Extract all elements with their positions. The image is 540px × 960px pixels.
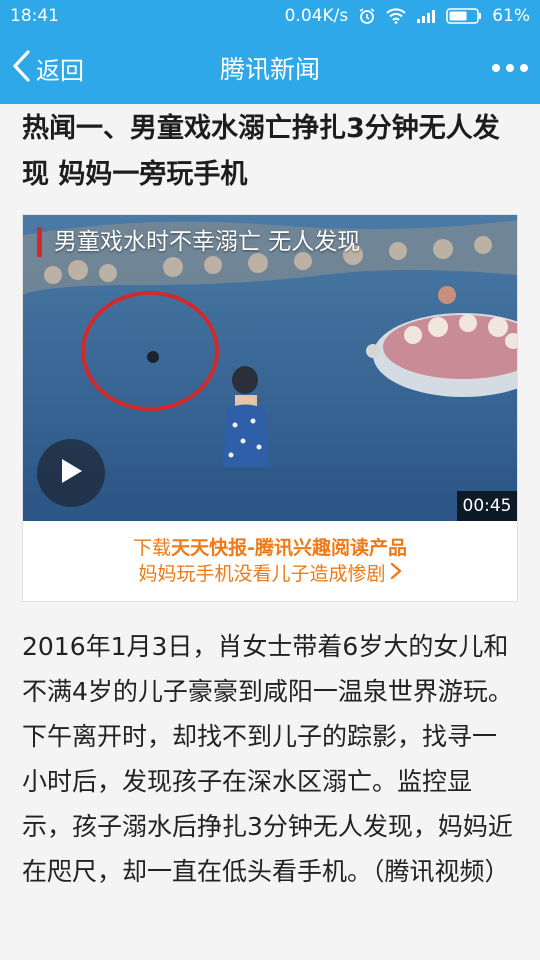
promo-subtitle: 妈妈玩手机没看儿子造成惨剧 bbox=[138, 563, 386, 585]
more-dot bbox=[506, 64, 514, 72]
play-button[interactable] bbox=[37, 439, 105, 507]
more-dots-icon[interactable] bbox=[492, 32, 528, 104]
back-button[interactable]: 返回 bbox=[10, 32, 84, 104]
battery-percent: 61% bbox=[492, 6, 530, 26]
more-dot bbox=[492, 64, 500, 72]
article-headline: 热闻一、男童戏水溺亡挣扎3分钟无人发现 妈妈一旁玩手机 bbox=[22, 113, 500, 190]
status-bar: 18:41 0.04K/s 61% bbox=[0, 0, 540, 32]
promo-prefix: 下载 bbox=[133, 537, 172, 559]
video-caption: 男童戏水时不幸溺亡 无人发现 bbox=[37, 227, 360, 257]
video-player[interactable]: 男童戏水时不幸溺亡 无人发现 00:45 bbox=[23, 215, 517, 521]
battery-icon bbox=[446, 8, 482, 24]
status-time: 18:41 bbox=[10, 6, 59, 26]
promo-line1: 下载天天快报-腾讯兴趣阅读产品 bbox=[133, 535, 407, 561]
video-card: 男童戏水时不幸溺亡 无人发现 00:45 下载天天快报-腾讯兴趣阅读产品 妈妈玩… bbox=[22, 214, 518, 602]
chevron-left-icon bbox=[10, 49, 32, 87]
article-body: 2016年1月3日，肖女士带着6岁大的女儿和不满4岁的儿子豪豪到咸阳一温泉世界游… bbox=[22, 632, 513, 886]
alarm-icon bbox=[358, 7, 376, 25]
wifi-icon bbox=[386, 8, 406, 24]
promo-banner[interactable]: 下载天天快报-腾讯兴趣阅读产品 妈妈玩手机没看儿子造成惨剧 bbox=[23, 521, 517, 601]
chevron-right-icon bbox=[390, 561, 402, 587]
article-content: 热闻一、男童戏水溺亡挣扎3分钟无人发现 妈妈一旁玩手机 男童戏水时不幸溺亡 无人… bbox=[0, 104, 540, 960]
play-icon bbox=[57, 456, 85, 490]
nav-bar: 返回 腾讯新闻 bbox=[0, 32, 540, 104]
signal-icon bbox=[416, 8, 436, 24]
more-dot bbox=[520, 64, 528, 72]
network-speed: 0.04K/s bbox=[284, 6, 349, 26]
back-label: 返回 bbox=[36, 56, 84, 85]
promo-line2: 妈妈玩手机没看儿子造成惨剧 bbox=[138, 561, 401, 587]
promo-brand: 天天快报-腾讯兴趣阅读产品 bbox=[171, 537, 407, 559]
video-duration: 00:45 bbox=[457, 491, 517, 521]
